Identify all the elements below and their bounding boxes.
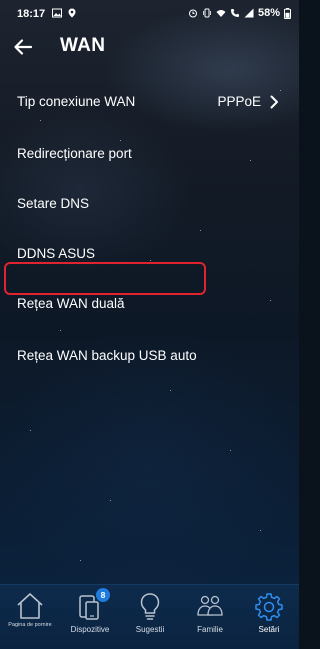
status-left-icons	[52, 8, 77, 18]
devices-count-badge: 8	[96, 588, 110, 602]
battery-icon	[284, 7, 291, 19]
home-icon	[17, 593, 43, 619]
menu-item-label: Tip conexiune WAN	[17, 94, 136, 109]
menu-item-label: Rețea WAN backup USB auto	[17, 348, 197, 363]
call-icon	[230, 9, 239, 17]
menu-item-wan-connection-type[interactable]: Tip conexiune WAN PPPoE	[0, 78, 299, 126]
app-header: WAN	[0, 30, 299, 66]
nav-label-settings: Setări	[258, 625, 280, 634]
chevron-right-icon	[270, 95, 278, 109]
menu-item-label: Rețea WAN duală	[17, 296, 125, 311]
nav-item-suggestions[interactable]: Sugestii	[120, 585, 180, 649]
image-icon	[52, 8, 62, 18]
nav-label-suggestions: Sugestii	[135, 625, 165, 634]
signal-icon	[244, 8, 254, 18]
nav-item-settings[interactable]: Setări	[239, 585, 299, 649]
back-arrow-icon[interactable]	[13, 38, 33, 56]
alarm-icon	[188, 9, 197, 18]
gear-icon	[255, 593, 283, 621]
nav-label-family: Familie	[197, 625, 223, 634]
wifi-icon	[216, 10, 226, 17]
battery-percent: 58%	[257, 7, 280, 19]
menu-item-label: DDNS ASUS	[17, 246, 96, 261]
nav-item-home[interactable]: Pagina de pornire	[0, 585, 60, 649]
menu-item-value: PPPoE	[217, 94, 261, 109]
status-time: 18:17	[17, 8, 46, 20]
menu-item-port-forwarding[interactable]: Redirecționare port	[0, 130, 299, 178]
menu-item-label: Setare DNS	[17, 196, 90, 211]
nav-label-home: Pagina de pornire	[8, 622, 52, 628]
menu-item-label: Redirecționare port	[17, 146, 132, 161]
highlight-box	[4, 262, 206, 295]
vibrate-icon	[203, 8, 211, 18]
status-right-icons: 58%	[188, 7, 291, 19]
nav-label-devices: Dispozitive	[70, 625, 110, 634]
page-title: WAN	[60, 35, 106, 56]
nav-item-family[interactable]: Familie	[180, 585, 240, 649]
lightbulb-icon	[140, 593, 160, 620]
nav-item-devices[interactable]: 8 Dispozitive	[60, 585, 120, 649]
menu-item-dns-settings[interactable]: Setare DNS	[0, 180, 299, 228]
bottom-nav: Pagina de pornire 8 Dispozitive Sugestii…	[0, 584, 299, 649]
family-icon	[197, 595, 223, 616]
location-icon	[68, 8, 76, 18]
status-bar: 18:17 58%	[0, 0, 299, 30]
menu-item-usb-backup-wan[interactable]: Rețea WAN backup USB auto	[0, 332, 299, 380]
